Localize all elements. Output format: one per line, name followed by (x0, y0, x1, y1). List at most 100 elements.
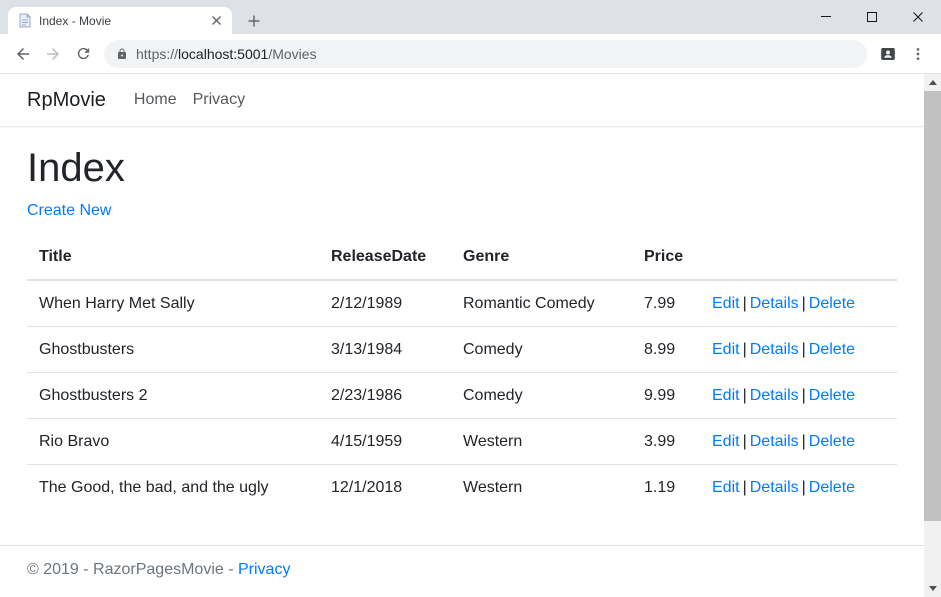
close-button[interactable] (895, 0, 941, 33)
movie-actions-cell: Edit|Details|Delete (700, 465, 897, 511)
table-header-row: Title ReleaseDate Genre Price (27, 234, 897, 280)
delete-link[interactable]: Delete (809, 433, 855, 450)
edit-link[interactable]: Edit (712, 479, 740, 496)
details-link[interactable]: Details (750, 387, 799, 404)
tab-strip: Index - Movie (0, 0, 941, 34)
lock-icon (116, 47, 128, 61)
browser-tab[interactable]: Index - Movie (8, 7, 232, 34)
table-row: Ghostbusters 3/13/1984 Comedy 8.99 Edit|… (27, 327, 897, 373)
close-icon (913, 12, 923, 22)
movie-genre-cell: Western (451, 419, 632, 465)
browser-toolbar: https://localhost:5001/Movies (0, 34, 941, 74)
kebab-menu-icon (910, 46, 926, 62)
movie-genre-cell: Comedy (451, 373, 632, 419)
page-favicon-icon (18, 13, 32, 28)
brand-link[interactable]: RpMovie (27, 89, 106, 112)
column-header-price: Price (632, 234, 700, 280)
new-tab-button[interactable] (240, 7, 268, 34)
site-navbar: RpMovie Home Privacy (0, 74, 924, 127)
action-separator: | (802, 295, 806, 312)
profile-button[interactable] (873, 39, 903, 69)
movie-price-cell: 9.99 (632, 373, 700, 419)
action-separator: | (743, 295, 747, 312)
minimize-button[interactable] (803, 0, 849, 33)
details-link[interactable]: Details (750, 341, 799, 358)
column-header-releasedate: ReleaseDate (319, 234, 451, 280)
movie-genre-cell: Comedy (451, 327, 632, 373)
refresh-button[interactable] (68, 39, 98, 69)
url-path: /Movies (268, 46, 316, 62)
main-content: Index Create New Title ReleaseDate Genre… (0, 127, 924, 545)
action-separator: | (743, 433, 747, 450)
movie-actions-cell: Edit|Details|Delete (700, 327, 897, 373)
page-title: Index (27, 144, 897, 192)
edit-link[interactable]: Edit (712, 341, 740, 358)
movie-price-cell: 8.99 (632, 327, 700, 373)
action-separator: | (743, 479, 747, 496)
maximize-icon (867, 12, 877, 22)
nav-link-privacy[interactable]: Privacy (185, 83, 253, 117)
footer-privacy-link[interactable]: Privacy (238, 561, 290, 578)
action-separator: | (802, 341, 806, 358)
url-scheme: https:// (136, 46, 178, 62)
forward-arrow-icon (44, 45, 62, 63)
details-link[interactable]: Details (750, 295, 799, 312)
profile-icon (879, 45, 897, 63)
plus-icon (248, 15, 260, 27)
movies-table: Title ReleaseDate Genre Price When Harry… (27, 234, 897, 510)
maximize-button[interactable] (849, 0, 895, 33)
scroll-down-icon (929, 586, 937, 591)
create-new-link[interactable]: Create New (27, 202, 111, 219)
delete-link[interactable]: Delete (809, 387, 855, 404)
movie-date-cell: 12/1/2018 (319, 465, 451, 511)
address-bar[interactable]: https://localhost:5001/Movies (104, 40, 867, 68)
nav-link-home[interactable]: Home (126, 83, 185, 117)
edit-link[interactable]: Edit (712, 387, 740, 404)
movie-date-cell: 2/12/1989 (319, 280, 451, 327)
minimize-icon (821, 16, 831, 17)
movie-price-cell: 7.99 (632, 280, 700, 327)
vertical-scrollbar[interactable] (924, 74, 941, 597)
edit-link[interactable]: Edit (712, 295, 740, 312)
table-row: When Harry Met Sally 2/12/1989 Romantic … (27, 280, 897, 327)
edit-link[interactable]: Edit (712, 433, 740, 450)
details-link[interactable]: Details (750, 479, 799, 496)
movie-actions-cell: Edit|Details|Delete (700, 280, 897, 327)
delete-link[interactable]: Delete (809, 479, 855, 496)
tab-close-icon[interactable] (208, 13, 224, 29)
movie-title-cell: Ghostbusters 2 (27, 373, 319, 419)
scrollbar-thumb[interactable] (924, 91, 941, 521)
details-link[interactable]: Details (750, 433, 799, 450)
forward-button[interactable] (38, 39, 68, 69)
movie-genre-cell: Western (451, 465, 632, 511)
action-separator: | (802, 433, 806, 450)
movie-price-cell: 1.19 (632, 465, 700, 511)
table-row: The Good, the bad, and the ugly 12/1/201… (27, 465, 897, 511)
refresh-icon (75, 45, 92, 62)
movie-actions-cell: Edit|Details|Delete (700, 419, 897, 465)
column-header-title: Title (27, 234, 319, 280)
delete-link[interactable]: Delete (809, 295, 855, 312)
scroll-up-button[interactable] (924, 74, 941, 91)
action-separator: | (802, 387, 806, 404)
create-new-row: Create New (27, 202, 897, 220)
url-text: https://localhost:5001/Movies (136, 46, 317, 62)
delete-link[interactable]: Delete (809, 341, 855, 358)
content-area: RpMovie Home Privacy Index Create New Ti… (0, 74, 941, 597)
scrollbar-track[interactable] (924, 91, 941, 580)
menu-button[interactable] (903, 39, 933, 69)
action-separator: | (743, 387, 747, 404)
movie-title-cell: Ghostbusters (27, 327, 319, 373)
window-controls (803, 0, 941, 34)
tab-title: Index - Movie (39, 14, 208, 28)
movie-price-cell: 3.99 (632, 419, 700, 465)
table-row: Rio Bravo 4/15/1959 Western 3.99 Edit|De… (27, 419, 897, 465)
movie-title-cell: Rio Bravo (27, 419, 319, 465)
copyright-text: © 2019 - RazorPagesMovie - (27, 561, 234, 578)
scroll-up-icon (929, 80, 937, 85)
scroll-down-button[interactable] (924, 580, 941, 597)
back-button[interactable] (8, 39, 38, 69)
browser-window: Index - Movie (0, 0, 941, 597)
back-arrow-icon (14, 45, 32, 63)
movie-date-cell: 4/15/1959 (319, 419, 451, 465)
